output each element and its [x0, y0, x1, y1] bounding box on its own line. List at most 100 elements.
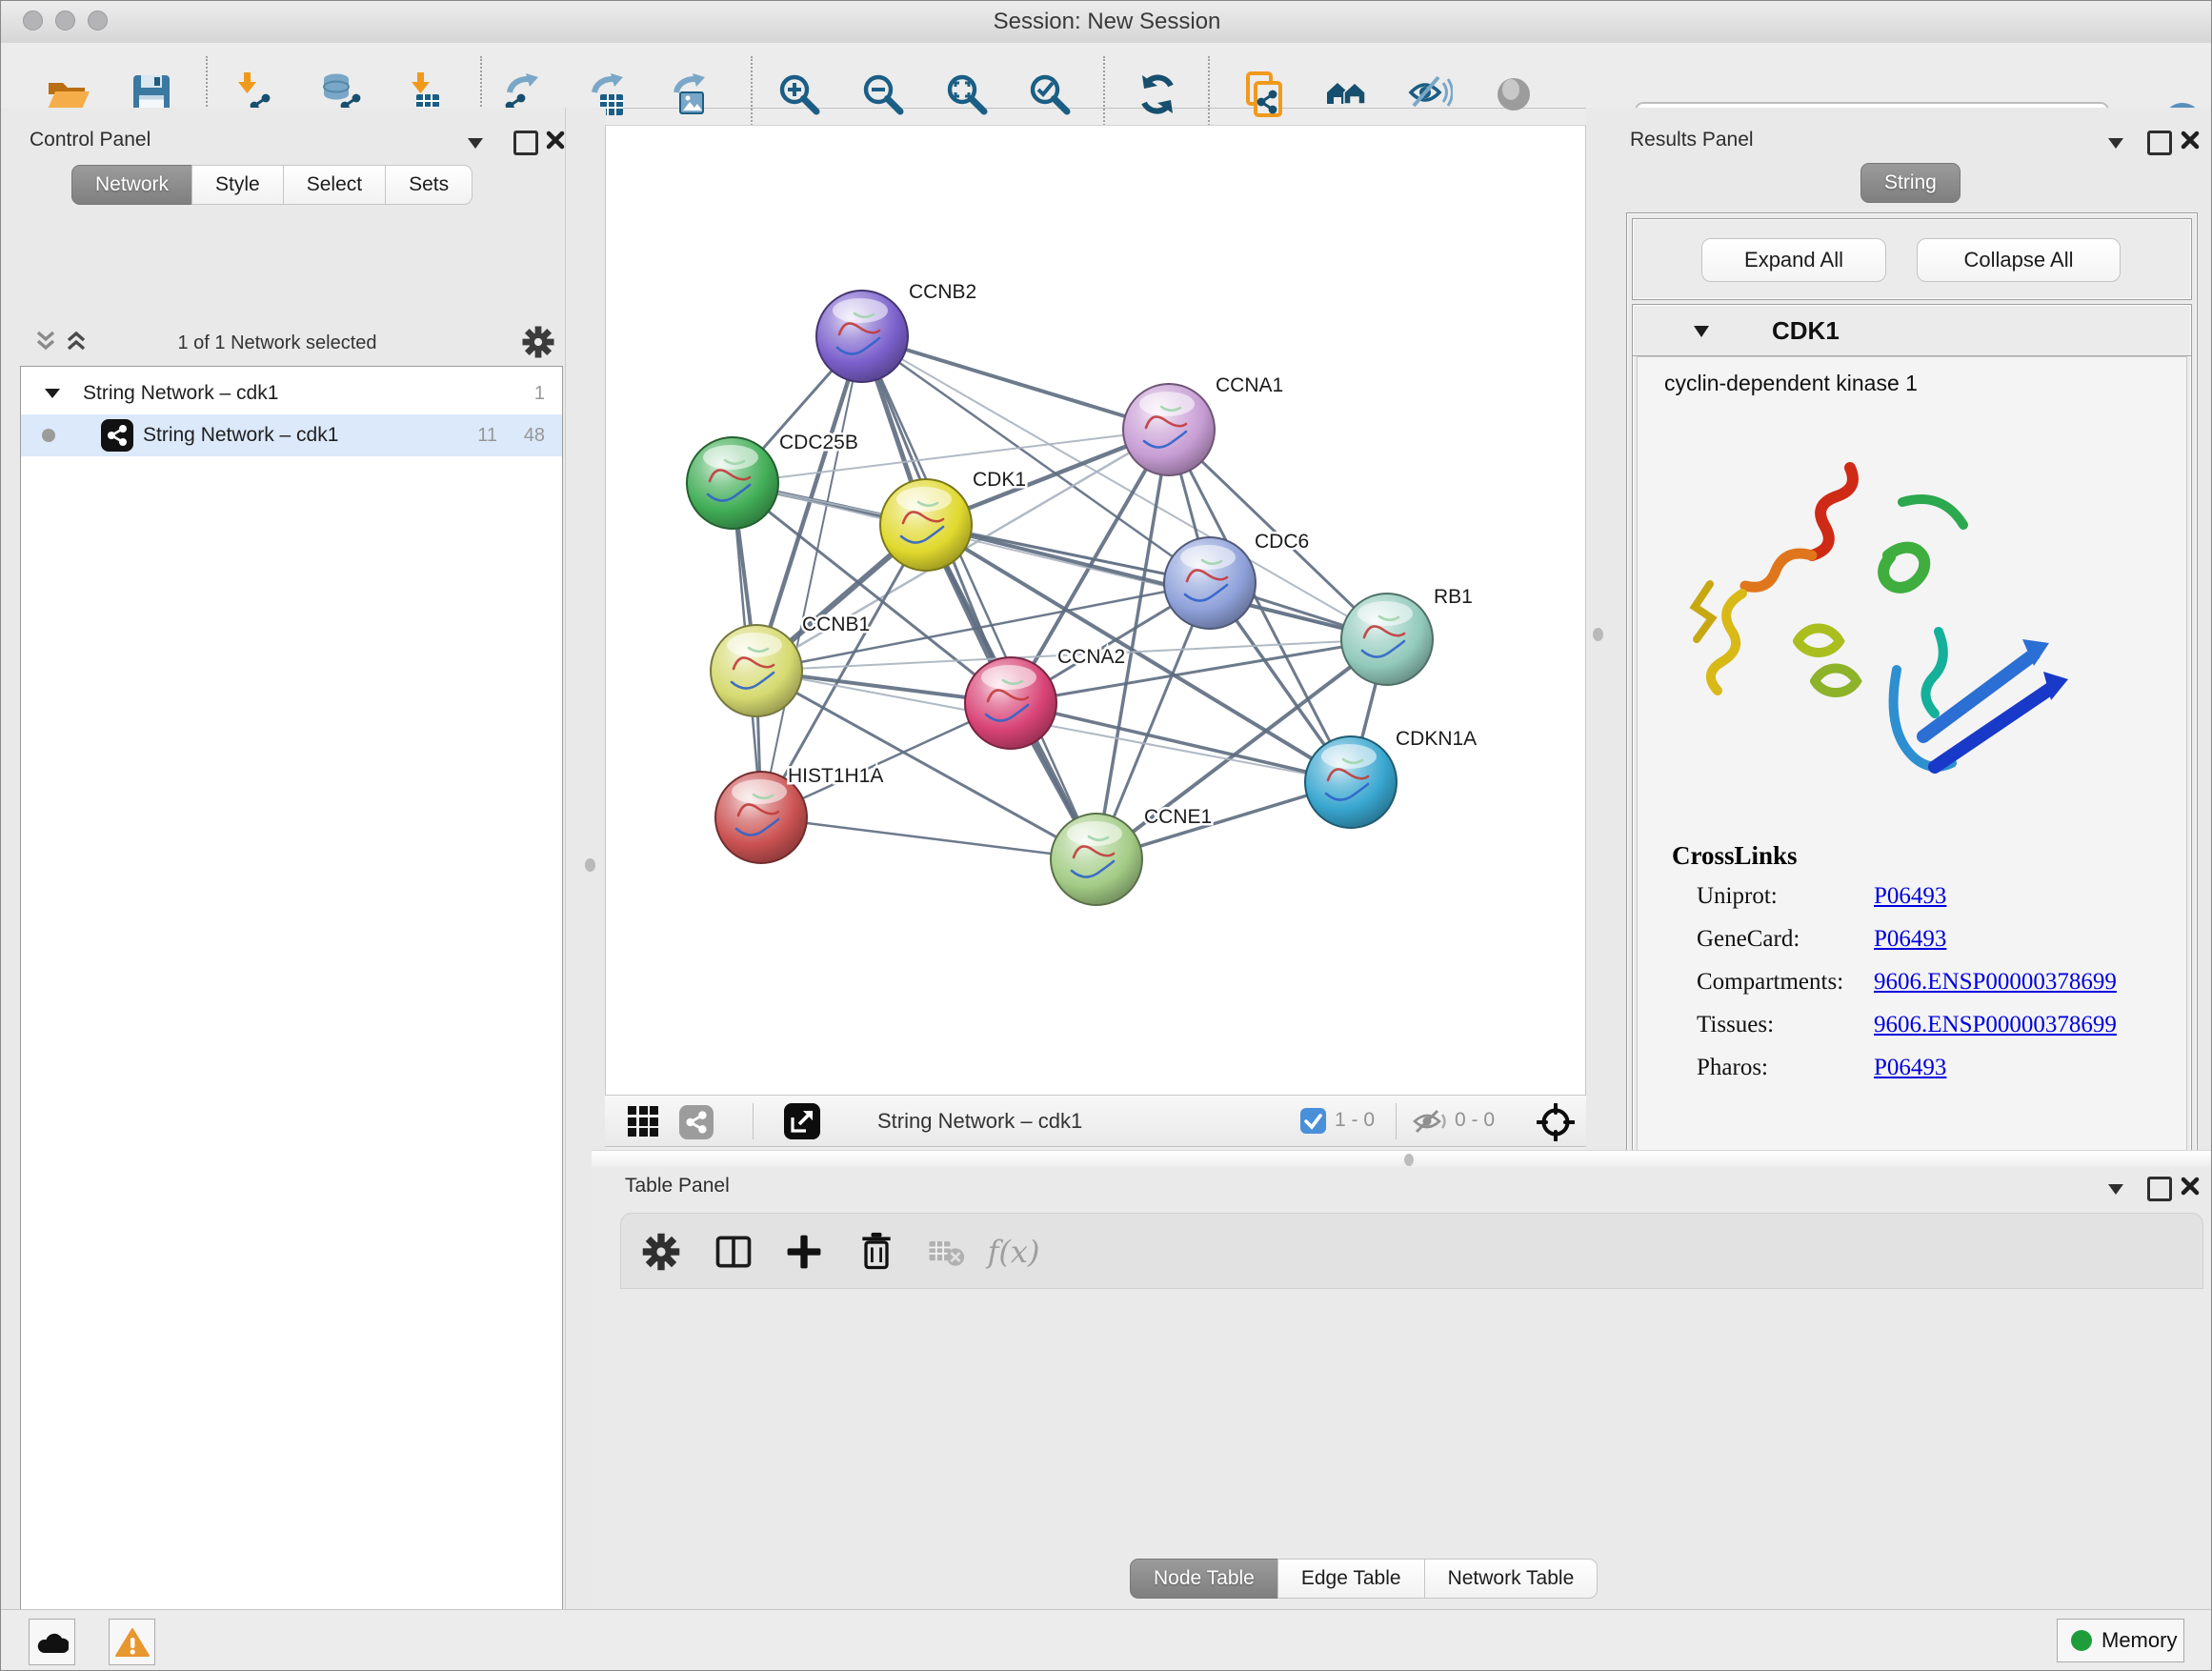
tab-style[interactable]: Style: [191, 165, 284, 205]
warning-status-button[interactable]: [109, 1619, 155, 1665]
network-canvas[interactable]: CCNB2CCNA1CDC25BCDK1CDC6RB1CCNB1CCNA2CDK…: [605, 125, 1586, 1096]
network-status-dot-icon: [42, 429, 55, 442]
crosslink-link[interactable]: P06493: [1874, 926, 1946, 953]
hidden-counter: 0 - 0: [1455, 1109, 1495, 1132]
zoom-fit-icon[interactable]: [939, 67, 995, 122]
add-column-icon[interactable]: [777, 1225, 831, 1278]
network-node-cdc25b[interactable]: [687, 437, 778, 529]
tab-network[interactable]: Network: [71, 165, 192, 205]
node-section: CDK1 cyclin-dependent kinase 1: [1632, 304, 2192, 1220]
network-node-ccne1[interactable]: [1051, 814, 1142, 905]
table-panel-menu-caret-icon[interactable]: [2106, 1182, 2125, 1196]
network-edge-ccnb2-ccna1[interactable]: [862, 336, 1169, 430]
protein-structure-image: [1683, 441, 2083, 841]
toolbar-separator: [751, 56, 753, 132]
show-graphics-details-icon[interactable]: [1486, 67, 1541, 122]
expand-all-button[interactable]: Expand All: [1701, 238, 1886, 282]
crosslink-link[interactable]: 9606.ENSP00000378699: [1874, 969, 2117, 996]
crosslink-label: Tissues:: [1697, 1012, 1874, 1038]
network-options-gear-icon[interactable]: [521, 325, 555, 359]
horizontal-splitter-handle[interactable]: [1404, 1154, 1414, 1166]
network-edge-cdk1-rb1[interactable]: [926, 525, 1387, 639]
tab-string[interactable]: String: [1860, 163, 1961, 203]
network-edge-count: 48: [524, 425, 545, 447]
crosslink-row: Uniprot:P06493: [1697, 883, 2173, 910]
hide-selected-icon[interactable]: [1402, 67, 1458, 122]
network-edge-ccnb2-hist1h1a[interactable]: [761, 336, 862, 817]
results-panel-title: Results Panel: [1630, 129, 1754, 151]
crosslink-link[interactable]: 9606.ENSP00000378699: [1874, 1012, 2117, 1038]
network-node-label: CCNE1: [1144, 806, 1212, 828]
network-node-ccna1[interactable]: [1123, 384, 1215, 475]
delete-column-icon[interactable]: [850, 1225, 903, 1278]
expand-all-icon[interactable]: [64, 329, 89, 355]
tab-node-table[interactable]: Node Table: [1130, 1559, 1278, 1599]
clone-network-icon[interactable]: [1237, 67, 1293, 122]
table-settings-icon[interactable]: [634, 1225, 688, 1278]
table-panel-close-icon[interactable]: [2181, 1177, 2200, 1196]
refresh-layout-icon[interactable]: [1130, 67, 1185, 122]
network-node-cdk1[interactable]: [880, 479, 972, 571]
memory-button[interactable]: Memory: [2057, 1619, 2184, 1662]
network-edge-hist1h1a-ccne1[interactable]: [761, 817, 1096, 859]
collapse-all-button[interactable]: Collapse All: [1917, 238, 2121, 282]
network-view-toolbar: String Network – cdk1 1 - 0 0 - 0: [605, 1095, 1586, 1147]
network-node-rb1[interactable]: [1341, 594, 1433, 685]
network-row-label: String Network – cdk1: [143, 424, 338, 447]
memory-label: Memory: [2101, 1628, 2177, 1653]
network-node-label: CCNB2: [909, 281, 976, 303]
section-collapse-caret-icon[interactable]: [1692, 324, 1711, 338]
tab-sets[interactable]: Sets: [385, 165, 473, 205]
node-section-content: cyclin-dependent kinase 1: [1637, 356, 2187, 1204]
network-tree: String Network – cdk1 1 String Network –…: [20, 366, 563, 1671]
tab-edge-table[interactable]: Edge Table: [1277, 1559, 1425, 1599]
crosslink-link[interactable]: P06493: [1874, 1055, 1946, 1081]
cloud-status-button[interactable]: [29, 1619, 75, 1665]
network-edge-ccna2-cdkn1a[interactable]: [1011, 703, 1351, 782]
show-columns-icon[interactable]: [707, 1225, 760, 1278]
results-panel-menu-caret-icon[interactable]: [2106, 136, 2125, 150]
birdseye-grid-icon[interactable]: [628, 1106, 658, 1137]
zoom-out-icon[interactable]: [855, 67, 911, 122]
zoom-selected-icon[interactable]: [1022, 67, 1077, 122]
right-splitter-handle[interactable]: [1593, 628, 1603, 641]
node-section-header[interactable]: CDK1: [1633, 305, 2191, 356]
network-node-ccna2[interactable]: [965, 657, 1056, 749]
tab-network-table[interactable]: Network Table: [1424, 1559, 1599, 1599]
network-node-label: CDC6: [1255, 531, 1309, 553]
control-panel-close-icon[interactable]: [546, 131, 565, 150]
tab-select[interactable]: Select: [283, 165, 386, 205]
crosslink-row: Tissues:9606.ENSP00000378699: [1697, 1012, 2173, 1038]
network-node-label: CDKN1A: [1396, 728, 1477, 750]
main-toolbar: ?: [1, 43, 2212, 109]
first-neighbors-icon[interactable]: [1319, 67, 1375, 122]
right-splitter[interactable]: [1586, 108, 1611, 1154]
network-node-cdc6[interactable]: [1164, 537, 1256, 629]
network-node-ccnb2[interactable]: [816, 291, 908, 382]
export-image-icon[interactable]: [662, 67, 717, 122]
left-splitter-handle[interactable]: [585, 858, 595, 872]
share-view-icon[interactable]: [679, 1105, 714, 1139]
open-in-window-icon[interactable]: [784, 1103, 820, 1139]
crosslink-label: GeneCard:: [1697, 926, 1874, 953]
zoom-in-icon[interactable]: [772, 67, 827, 122]
network-node-cdkn1a[interactable]: [1305, 736, 1397, 828]
horizontal-splitter[interactable]: [592, 1150, 2212, 1168]
network-collection-row[interactable]: String Network – cdk1 1: [21, 372, 562, 414]
results-panel-float-icon[interactable]: [2147, 131, 2172, 155]
crosslink-link[interactable]: P06493: [1874, 883, 1946, 910]
selected-nodes-checkbox[interactable]: [1300, 1108, 1326, 1134]
network-row-selected[interactable]: String Network – cdk1 11 48: [21, 414, 562, 456]
results-panel-close-icon[interactable]: [2181, 131, 2200, 150]
control-panel-float-icon[interactable]: [513, 131, 538, 155]
table-panel: Table Panel f(x) shared namenamecanonica…: [592, 1167, 2212, 1609]
function-builder-icon: f(x): [987, 1225, 1040, 1278]
fit-selected-crosshair-icon[interactable]: [1537, 1103, 1575, 1141]
crosslink-label: Compartments:: [1697, 969, 1874, 996]
tree-expand-caret-icon[interactable]: [44, 387, 61, 400]
collapse-all-icon[interactable]: [33, 329, 58, 355]
table-panel-float-icon[interactable]: [2147, 1177, 2172, 1201]
network-edge-ccnb2-ccne1[interactable]: [862, 336, 1096, 859]
control-panel-menu-caret-icon[interactable]: [466, 136, 485, 150]
network-node-ccnb1[interactable]: [711, 625, 802, 716]
